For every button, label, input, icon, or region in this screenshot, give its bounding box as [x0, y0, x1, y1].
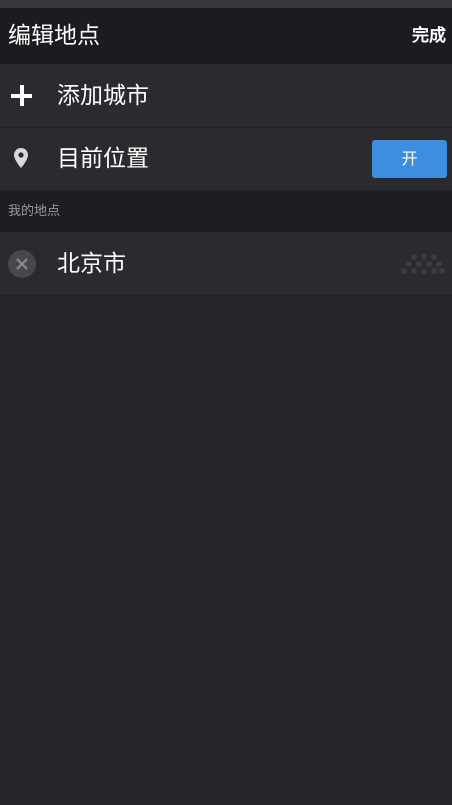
add-city-label: 添加城市: [57, 83, 149, 109]
page-title: 编辑地点: [8, 23, 100, 49]
section-label: 我的地点: [8, 204, 61, 219]
location-name: 北京市: [57, 251, 126, 277]
current-location-toggle[interactable]: 开: [372, 140, 447, 178]
close-icon[interactable]: [8, 250, 36, 278]
my-locations-section-header: 我的地点: [0, 191, 452, 232]
top-bar: 编辑地点 完成: [0, 8, 452, 64]
done-button[interactable]: 完成: [412, 24, 446, 48]
status-bar-strip: [0, 0, 452, 8]
current-location-row: 目前位置 开: [0, 128, 452, 191]
location-pin-icon: [14, 148, 28, 170]
add-city-row[interactable]: 添加城市: [0, 65, 452, 128]
plus-icon: [11, 85, 32, 106]
current-location-label: 目前位置: [57, 146, 149, 172]
drag-handle-icon[interactable]: [400, 253, 446, 275]
list-item: 北京市: [0, 233, 452, 296]
